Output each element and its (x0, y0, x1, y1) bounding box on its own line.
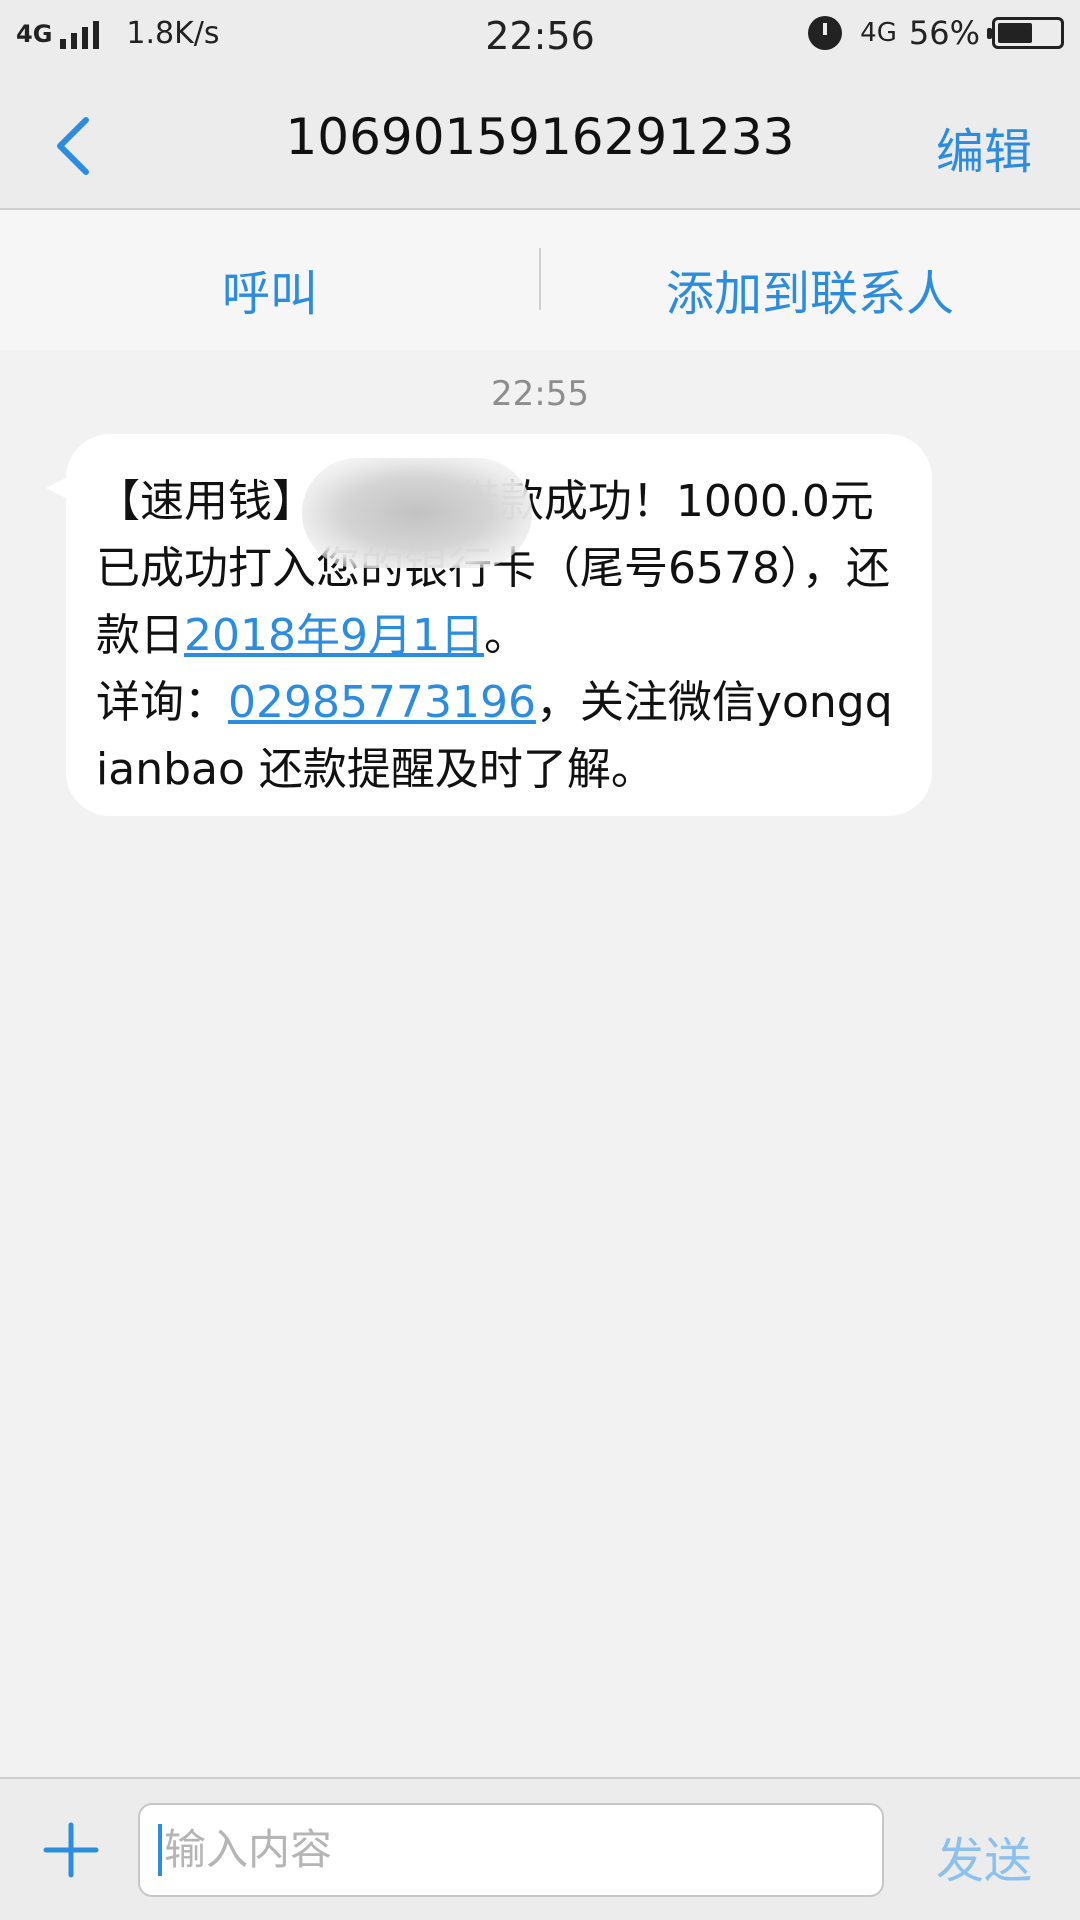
contact-actions: 呼叫 添加到联系人 (0, 210, 1080, 350)
alarm-icon (808, 16, 843, 50)
page-title: 1069015916291233 (285, 108, 795, 166)
message-input-placeholder: 输入内容 (164, 1825, 333, 1874)
message-bubble[interactable]: 【速用钱】 借款成功！1000.0元已成功打入您的银行卡（尾号6578），还款日… (66, 434, 932, 816)
date-link[interactable]: 2018年9月1日 (184, 610, 484, 661)
status-right: 4G 56% (808, 14, 1064, 52)
message-timestamp: 22:55 (491, 374, 589, 414)
nav-bar: 1069015916291233 编辑 (0, 76, 1080, 210)
add-contact-button[interactable]: 添加到联系人 (540, 254, 1080, 324)
text-caret (158, 1824, 162, 1876)
message-input[interactable]: 输入内容 (138, 1803, 884, 1897)
battery-level (998, 23, 1032, 43)
battery-icon (987, 17, 1064, 49)
input-bar: 输入内容 发送 (0, 1777, 1080, 1920)
battery-percent: 56% (908, 14, 980, 52)
send-button[interactable]: 发送 (936, 1821, 1032, 1891)
add-attachment-button[interactable] (40, 1819, 102, 1881)
call-button[interactable]: 呼叫 (0, 254, 540, 324)
edit-button[interactable]: 编辑 (936, 112, 1032, 182)
status-bar: 4G 1.8K/s 22:56 4G 56% (0, 0, 1080, 76)
phone-link[interactable]: 02985773196 (228, 677, 536, 728)
network-type-right: 4G (860, 18, 897, 48)
redaction-blur (302, 458, 532, 568)
plus-icon (43, 1822, 99, 1878)
